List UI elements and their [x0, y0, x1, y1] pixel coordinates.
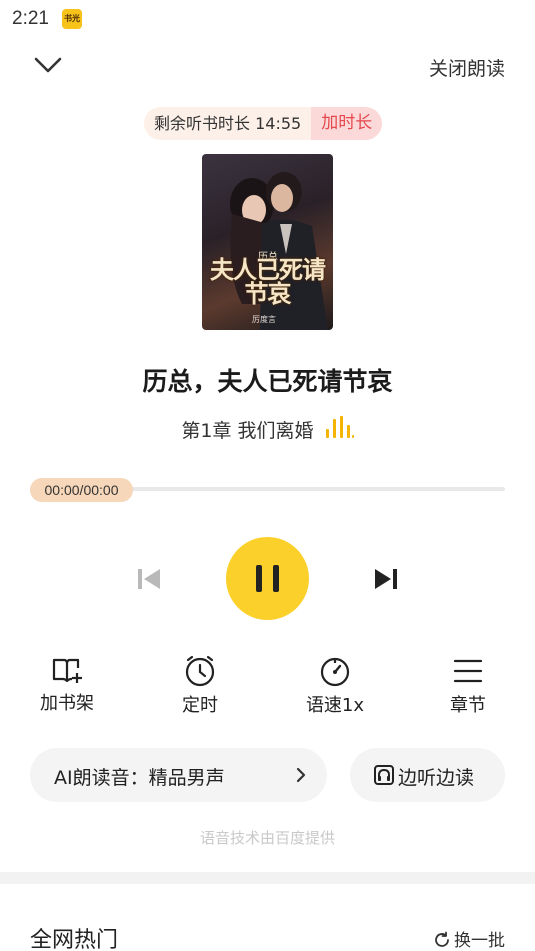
tool-label: 章节	[450, 695, 486, 716]
listen-and-read-button[interactable]: 边听边读	[350, 748, 505, 802]
close-read-aloud-button[interactable]: 关闭朗读	[429, 54, 505, 81]
speed-button[interactable]: 语速1x	[290, 655, 380, 717]
refresh-label: 换一批	[454, 931, 505, 951]
ai-voice-selector[interactable]: AI朗读音：精品男声	[30, 748, 327, 802]
status-bar: 2:21 书光	[0, 0, 535, 40]
headphone-book-icon	[374, 765, 394, 785]
add-to-bookshelf-button[interactable]: 加书架	[22, 655, 112, 715]
cover-title: 夫人已死请节哀	[210, 255, 326, 308]
tool-label: 加书架	[40, 693, 94, 714]
book-cover: 历总 夫人已死请节哀 厉度言	[202, 154, 333, 330]
collapse-button[interactable]	[30, 50, 66, 80]
progress-thumb[interactable]: 00:00/00:00	[30, 478, 133, 502]
refresh-button[interactable]: 换一批	[433, 926, 505, 951]
tool-label: 语速1x	[305, 695, 365, 716]
skip-previous-icon	[138, 569, 160, 589]
refresh-icon	[435, 931, 449, 947]
add-time-button[interactable]: 加时长	[311, 107, 383, 140]
audio-wave-icon	[324, 415, 354, 446]
app-notification-icon: 书光	[62, 9, 82, 29]
list-icon	[453, 659, 483, 683]
speed-gauge-icon	[320, 657, 350, 687]
tts-credit: 语音技术由百度提供	[199, 829, 335, 847]
chevron-down-icon	[34, 57, 62, 73]
chapter-line: 第1章 我们离婚	[0, 415, 535, 446]
book-title: 历总，夫人已死请节哀	[142, 367, 393, 396]
next-chapter-button[interactable]	[372, 565, 400, 593]
add-bookshelf-icon	[52, 658, 82, 683]
timer-button[interactable]: 定时	[155, 655, 245, 717]
pause-icon	[256, 565, 279, 592]
pause-button[interactable]	[226, 537, 309, 620]
clock-icon	[185, 655, 215, 687]
tool-label: 定时	[182, 695, 218, 716]
previous-chapter-button[interactable]	[135, 565, 163, 593]
section-divider	[0, 872, 535, 884]
ai-voice-label: AI朗读音：精品男声	[54, 767, 225, 789]
chapter-title: 第1章 我们离婚	[181, 420, 314, 442]
chapters-button[interactable]: 章节	[423, 655, 513, 717]
remaining-time-label: 剩余听书时长 14:55	[154, 114, 302, 133]
status-time: 2:21	[12, 8, 49, 29]
cover-author: 厉度言	[252, 315, 276, 324]
section-title: 全网热门	[30, 928, 119, 951]
skip-next-icon	[375, 569, 397, 589]
listen-time-pill: 剩余听书时长 14:55 加时长	[144, 107, 383, 140]
chevron-right-icon	[296, 767, 306, 783]
listen-and-read-label: 边听边读	[398, 767, 475, 789]
